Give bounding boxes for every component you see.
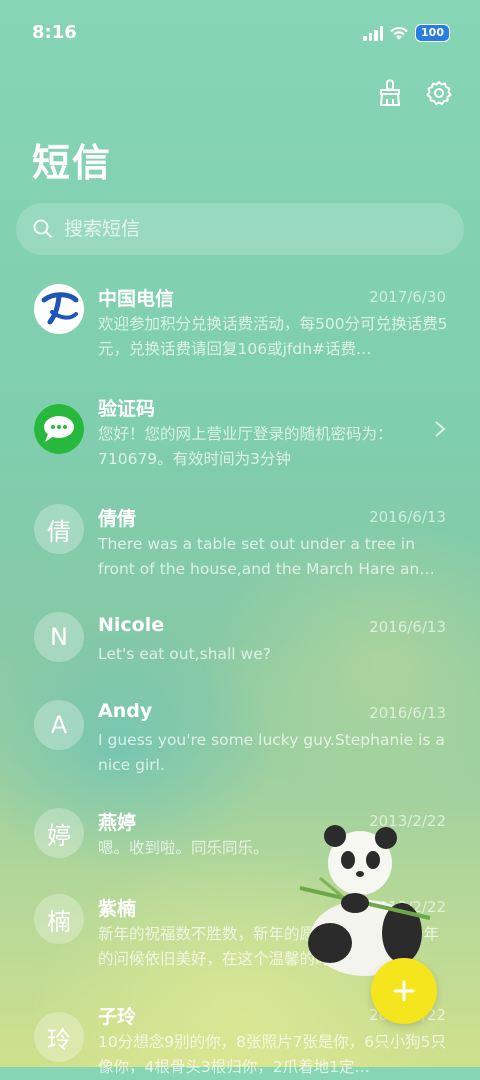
conversation-item[interactable]: N Nicole 2016/6/13 Let's eat out,shall w… bbox=[0, 612, 480, 684]
search-input[interactable] bbox=[62, 217, 426, 241]
status-bar: 8:16 100 bbox=[0, 0, 480, 68]
new-message-button[interactable] bbox=[371, 958, 437, 1024]
conversation-item[interactable]: 中国电信 2017/6/30 欢迎参加积分兑换话费活动，每500分可兑换话费5元… bbox=[0, 284, 480, 374]
contact-name: 中国电信 bbox=[98, 288, 175, 310]
status-icons: 100 bbox=[363, 24, 450, 42]
page-title: 短信 bbox=[32, 141, 113, 185]
contact-name: Nicole bbox=[98, 614, 165, 636]
avatar: 婷 bbox=[34, 808, 84, 858]
avatar: A bbox=[34, 700, 84, 750]
wifi-icon bbox=[390, 27, 408, 40]
conversation-item[interactable]: 倩 倩倩 2016/6/13 There was a table set out… bbox=[0, 504, 480, 594]
contact-name: Andy bbox=[98, 700, 153, 722]
contact-name: 倩倩 bbox=[98, 508, 137, 530]
message-preview: 10分想念9别的你，8张照片7张是你，6只小狗5只像你，4根骨头3根归你，2爪着… bbox=[98, 1033, 447, 1076]
top-actions bbox=[376, 78, 454, 108]
message-date: 2017/6/30 bbox=[369, 288, 446, 306]
message-preview: I guess you're some lucky guy.Stephanie … bbox=[98, 731, 445, 774]
message-preview: Let's eat out,shall we? bbox=[98, 645, 271, 663]
china-telecom-logo-icon bbox=[34, 284, 84, 334]
avatar: 楠 bbox=[34, 894, 84, 944]
contact-name: 紫楠 bbox=[98, 898, 137, 920]
message-date: 2016/6/13 bbox=[369, 618, 446, 636]
status-time: 8:16 bbox=[32, 22, 77, 43]
contact-name: 燕婷 bbox=[98, 812, 137, 834]
message-preview: There was a table set out under a tree i… bbox=[98, 535, 435, 578]
avatar: 玲 bbox=[34, 1012, 84, 1062]
battery-icon: 100 bbox=[415, 24, 450, 42]
signal-icon bbox=[363, 25, 384, 41]
message-preview: 欢迎参加积分兑换话费活动，每500分可兑换话费5元，兑换话费请回复106或jfd… bbox=[98, 315, 448, 358]
contact-name: 验证码 bbox=[98, 398, 156, 420]
contact-name: 子玲 bbox=[98, 1006, 137, 1028]
search-bar[interactable] bbox=[16, 203, 464, 255]
conversation-item[interactable]: A Andy 2016/6/13 I guess you're some luc… bbox=[0, 700, 480, 790]
plus-icon bbox=[393, 980, 415, 1002]
avatar: N bbox=[34, 612, 84, 662]
message-preview: 您好！您的网上营业厅登录的随机密码为：710679。有效时间为3分钟 bbox=[98, 425, 393, 468]
message-bubble-logo-icon bbox=[34, 404, 84, 454]
message-date: 2016/6/13 bbox=[369, 508, 446, 526]
panda-illustration-icon bbox=[299, 825, 431, 976]
settings-gear-icon[interactable] bbox=[424, 78, 454, 108]
chevron-right-icon bbox=[435, 421, 446, 437]
search-icon bbox=[33, 219, 52, 238]
clean-brush-icon[interactable] bbox=[376, 78, 406, 108]
avatar: 倩 bbox=[34, 504, 84, 554]
conversation-item[interactable]: 验证码 您好！您的网上营业厅登录的随机密码为：710679。有效时间为3分钟 bbox=[0, 394, 480, 484]
message-date: 2016/6/13 bbox=[369, 704, 446, 722]
